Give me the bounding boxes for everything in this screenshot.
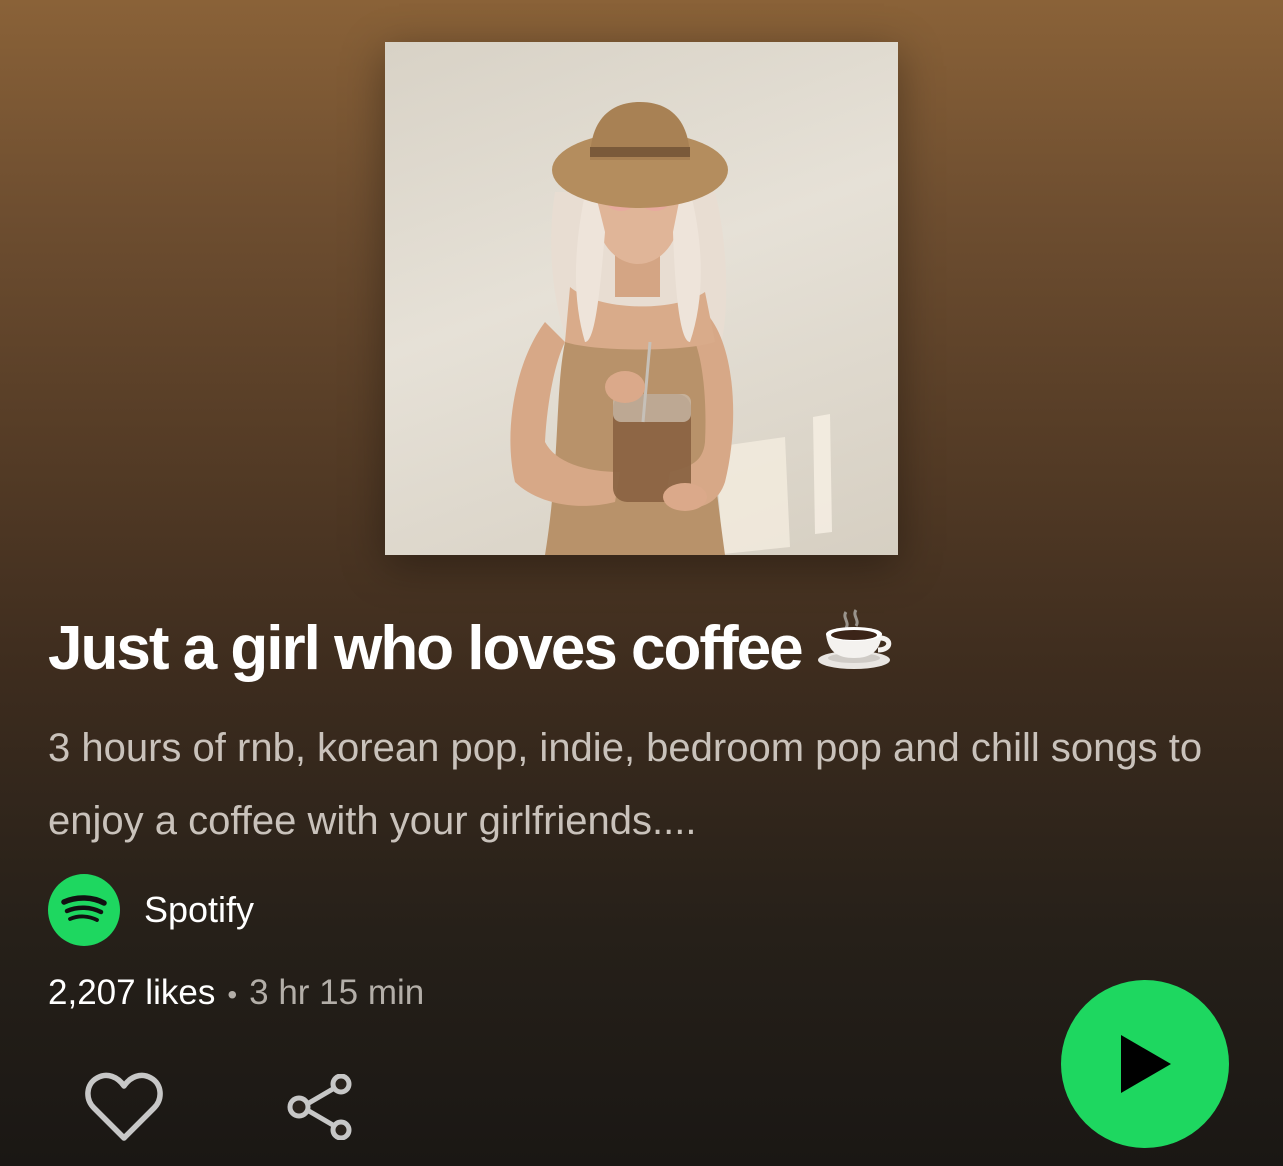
likes-count: 2,207 likes (48, 973, 216, 1012)
spotify-logo-icon (48, 874, 120, 946)
like-button[interactable] (84, 1070, 164, 1144)
playlist-description: 3 hours of rnb, korean pop, indie, bedro… (48, 726, 1203, 843)
playlist-title-text: Just a girl who loves coffee (48, 614, 804, 683)
owner-name[interactable]: Spotify (144, 889, 254, 931)
play-icon (1121, 1035, 1171, 1093)
playlist-title: Just a girl who loves coffee (48, 608, 892, 690)
playlist-stats: 2,207 likes • 3 hr 15 min (48, 968, 424, 1020)
coffee-cup-icon (816, 608, 892, 690)
heart-icon (85, 1072, 163, 1141)
playlist-owner[interactable]: Spotify (48, 874, 254, 946)
play-button[interactable] (1061, 980, 1229, 1148)
share-button[interactable] (286, 1073, 356, 1141)
playlist-cover-image (385, 42, 898, 555)
cover-illustration (510, 102, 832, 555)
share-icon (287, 1073, 352, 1141)
separator-dot: • (227, 979, 238, 1010)
playlist-duration: 3 hr 15 min (249, 973, 425, 1012)
